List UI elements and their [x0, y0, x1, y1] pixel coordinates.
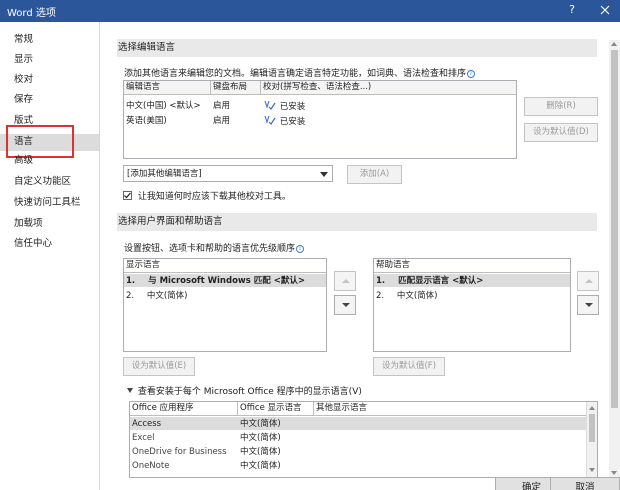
cancel-button[interactable]: 取消 — [550, 477, 620, 490]
col-keyboard-layout[interactable]: 键盘布局 — [211, 81, 261, 95]
col-other-display-language[interactable]: 其他显示语言 — [314, 402, 586, 416]
proofing-check-icon — [264, 115, 276, 125]
info-icon: i — [467, 70, 476, 78]
editing-table-header: 编辑语言 键盘布局 校对(拼写检查、语法检查...) — [124, 81, 516, 95]
apps-scroll-thumb[interactable] — [589, 414, 595, 442]
display-language-header: 显示语言 — [124, 259, 326, 273]
display-language-header-label: 显示语言 — [126, 260, 161, 270]
ui-language-description: 设置按钮、选项卡和帮助的语言优先级顺序 i — [124, 241, 305, 254]
row-proofing: 已安装 — [263, 99, 305, 113]
arrow-down-icon — [585, 303, 593, 307]
row-proofing: 已安装 — [263, 114, 305, 128]
close-icon — [600, 5, 610, 15]
scroll-up-icon[interactable] — [589, 406, 595, 410]
editing-language-heading: 选择编辑语言 — [117, 39, 597, 57]
add-language-dropdown[interactable]: [添加其他编辑语言] — [123, 165, 333, 182]
apps-table-scrollbar[interactable] — [586, 402, 597, 477]
col-office-display-language[interactable]: Office 显示语言 — [238, 402, 314, 416]
help-language-item[interactable]: 2. 中文(简体) — [376, 289, 437, 303]
display-move-down-button[interactable] — [334, 295, 356, 315]
scroll-down-icon[interactable] — [611, 471, 617, 475]
office-apps-table[interactable]: Office 应用程序 Office 显示语言 其他显示语言 Access 中文… — [129, 401, 598, 478]
ui-language-heading: 选择用户界面和帮助语言 — [117, 213, 597, 231]
add-language-button[interactable]: 添加(A) — [347, 165, 402, 184]
arrow-up-icon — [342, 279, 350, 283]
add-language-dropdown-value: [添加其他编辑语言] — [127, 169, 202, 179]
check-icon — [124, 192, 131, 199]
close-button[interactable] — [598, 3, 612, 17]
scroll-down-icon[interactable] — [589, 468, 595, 472]
sidebar-item-add-ins[interactable]: 加载项 — [14, 216, 43, 232]
row-keyboard: 启用 — [213, 116, 231, 126]
chevron-down-icon — [320, 172, 328, 177]
sidebar-item-layout[interactable]: 版式 — [14, 113, 33, 129]
sidebar-item-display[interactable]: 显示 — [14, 52, 33, 68]
help-language-item[interactable]: 1. 匹配显示语言 <默认> — [376, 274, 483, 288]
col-editing-language[interactable]: 编辑语言 — [124, 81, 211, 95]
selected-row-bg — [130, 417, 586, 430]
app-display-language: 中文(简体) — [240, 461, 281, 471]
display-language-item[interactable]: 1. 与 Microsoft Windows 匹配 <默认> — [126, 274, 305, 288]
editing-language-table[interactable]: 编辑语言 键盘布局 校对(拼写检查、语法检查...) 中文(中国) <默认> 启… — [123, 80, 517, 159]
app-name[interactable]: Access — [132, 417, 161, 431]
notify-checkbox-row[interactable]: 让我知道何时应该下载其他校对工具。 — [123, 189, 291, 202]
app-display-language: 中文(简体) — [240, 419, 281, 429]
row-language[interactable]: 中文(中国) <默认> — [126, 99, 201, 113]
info-icon: i — [296, 245, 305, 253]
help-button[interactable]: ? — [565, 3, 579, 17]
row-language[interactable]: 英语(美国) — [126, 114, 167, 128]
sidebar-item-save[interactable]: 保存 — [14, 92, 33, 108]
arrow-down-icon — [342, 303, 350, 307]
col-office-app[interactable]: Office 应用程序 — [130, 402, 238, 416]
scroll-up-icon[interactable] — [611, 42, 617, 46]
sidebar-item-trust-center[interactable]: 信任中心 — [14, 236, 52, 252]
panel-scroll-thumb[interactable] — [611, 50, 618, 408]
display-language-item[interactable]: 2. 中文(简体) — [126, 289, 187, 303]
notify-label: 让我知道何时应该下载其他校对工具。 — [137, 192, 291, 202]
sidebar-item-customize-ribbon[interactable]: 自定义功能区 — [14, 174, 71, 190]
proofing-check-icon — [264, 100, 276, 110]
apps-table-header: Office 应用程序 Office 显示语言 其他显示语言 — [130, 402, 586, 416]
options-sidebar: 常规 显示 校对 保存 版式 语言 高级 自定义功能区 快速访问工具栏 加载项 … — [0, 22, 100, 490]
app-name[interactable]: Excel — [132, 431, 155, 445]
sidebar-item-quick-access-toolbar[interactable]: 快速访问工具栏 — [14, 195, 81, 211]
sidebar-item-language[interactable]: 语言 — [14, 134, 33, 150]
sidebar-item-proofing[interactable]: 校对 — [14, 72, 33, 88]
editing-description: 添加其他语言来编辑您的文档。编辑语言确定语言特定功能，如词典、语法检查和排序 i — [124, 66, 476, 79]
help-move-up-button[interactable] — [577, 271, 599, 291]
language-panel: 选择编辑语言 添加其他语言来编辑您的文档。编辑语言确定语言特定功能，如词典、语法… — [100, 22, 620, 490]
help-set-default-button[interactable]: 设为默认值(F) — [373, 357, 445, 376]
display-language-list[interactable]: 显示语言 1. 与 Microsoft Windows 匹配 <默认> 2. 中… — [123, 258, 327, 352]
help-move-down-button[interactable] — [577, 295, 599, 315]
help-language-list[interactable]: 帮助语言 1. 匹配显示语言 <默认> 2. 中文(简体) — [373, 258, 571, 352]
row-keyboard: 启用 — [213, 101, 231, 111]
notify-checkbox[interactable] — [123, 191, 132, 200]
app-display-language: 中文(简体) — [240, 447, 281, 457]
col-proofing[interactable]: 校对(拼写检查、语法检查...) — [261, 81, 516, 95]
sidebar-item-general[interactable]: 常规 — [14, 32, 33, 48]
remove-language-button[interactable]: 删除(R) — [524, 97, 598, 116]
title-bar: Word 选项 ? — [0, 0, 620, 22]
app-name[interactable]: OneDrive for Business — [132, 445, 227, 459]
sidebar-item-advanced[interactable]: 高级 — [14, 153, 33, 169]
display-set-default-button[interactable]: 设为默认值(E) — [123, 357, 195, 376]
app-display-language: 中文(简体) — [240, 433, 281, 443]
app-name[interactable]: OneNote — [132, 459, 169, 473]
arrow-up-icon — [585, 279, 593, 283]
window-title: Word 选项 — [7, 8, 56, 19]
expand-apps-toggle[interactable]: 查看安装于每个 Microsoft Office 程序中的显示语言(V) — [127, 384, 362, 397]
display-move-up-button[interactable] — [334, 271, 356, 291]
set-default-editing-button[interactable]: 设为默认值(D) — [524, 123, 598, 142]
triangle-down-icon — [127, 388, 133, 393]
help-language-header: 帮助语言 — [374, 259, 570, 273]
help-language-header-label: 帮助语言 — [376, 260, 411, 270]
panel-scrollbar[interactable] — [609, 40, 620, 477]
